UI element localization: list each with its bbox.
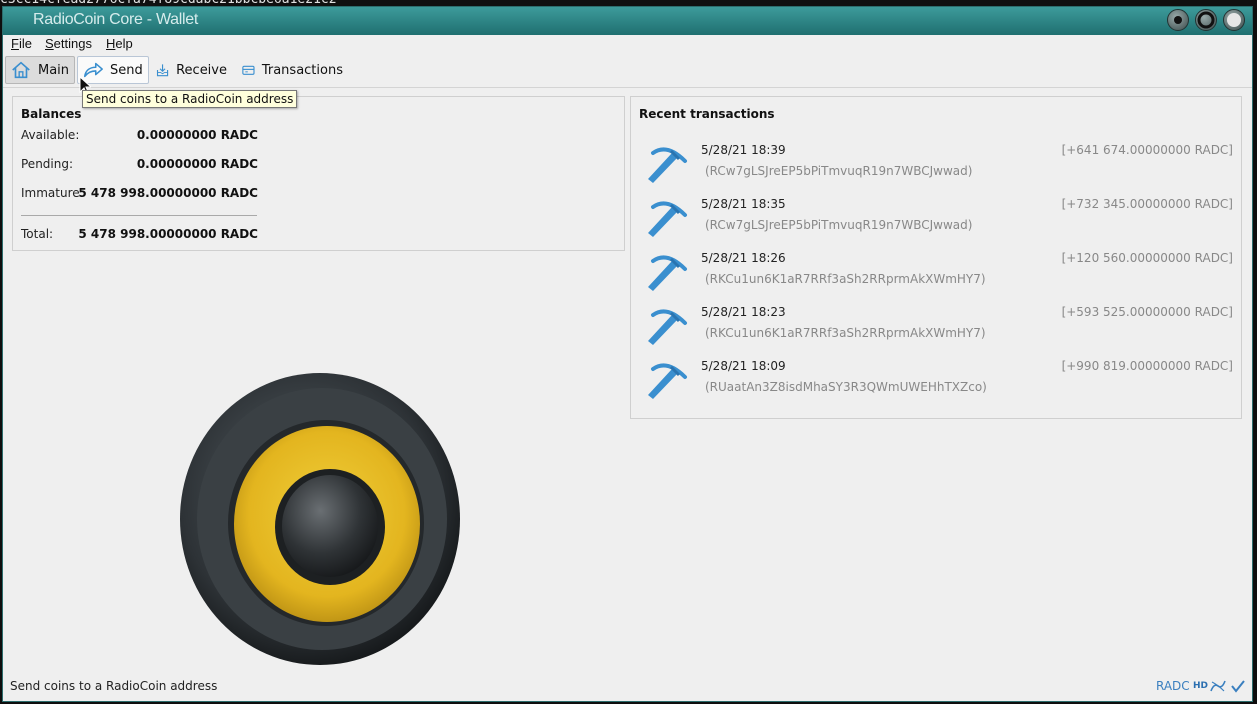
recent-title: Recent transactions: [639, 107, 775, 121]
transaction-address: (RKCu1un6K1aR7RRf3aSh2RRprmAkXWmHY7): [705, 272, 986, 286]
transaction-row[interactable]: 5/28/21 18:23 (RKCu1un6K1aR7RRf3aSh2RRprm…: [631, 301, 1241, 355]
mining-pickaxe-icon: [648, 363, 687, 399]
recent-transactions-panel: Recent transactions 5/28/21 18:39 (RCw7gL…: [630, 96, 1242, 419]
status-bar: Send coins to a RadioCoin address RADC H…: [3, 677, 1252, 701]
transaction-address: (RKCu1un6K1aR7RRf3aSh2RRprmAkXWmHY7): [705, 326, 986, 340]
menu-bar: File Settings Help: [3, 35, 1252, 54]
transaction-amount: [+990 819.00000000 RADC]: [1061, 359, 1233, 373]
close-button[interactable]: [1223, 9, 1245, 31]
transaction-address: (RCw7gLSJreEP5bPiTmvuqR19n7WBCJwwad): [705, 218, 973, 232]
transactions-label: Transactions: [261, 62, 343, 78]
unit-selector[interactable]: RADC: [1156, 679, 1190, 693]
mining-pickaxe-icon: [648, 309, 687, 345]
toolbar: Main Send Receive Transactions: [3, 54, 1252, 88]
transaction-row[interactable]: 5/28/21 18:09 (RUaatAn3Z8isdMhaSY3R3QWmUW…: [631, 355, 1241, 409]
receive-tray-icon: [156, 64, 169, 77]
transaction-date: 5/28/21 18:26: [701, 251, 786, 265]
sync-check-icon[interactable]: [1231, 679, 1245, 693]
hd-indicator: HD: [1193, 681, 1209, 691]
transaction-row[interactable]: 5/28/21 18:35 (RCw7gLSJreEP5bPiTmvuqR19n7…: [631, 193, 1241, 247]
transaction-date: 5/28/21 18:09: [701, 359, 786, 373]
send-label: Send: [110, 62, 143, 78]
wallet-window: RadioCoin Core - Wallet File Settings He…: [2, 6, 1253, 702]
mining-pickaxe-icon: [648, 255, 687, 291]
transaction-date: 5/28/21 18:35: [701, 197, 786, 211]
transaction-address: (RCw7gLSJreEP5bPiTmvuqR19n7WBCJwwad): [705, 164, 973, 178]
menu-settings[interactable]: Settings: [45, 35, 92, 52]
transaction-amount: [+641 674.00000000 RADC]: [1061, 143, 1233, 157]
receive-button[interactable]: Receive: [151, 56, 231, 84]
total-value: 5 478 998.00000000 RADC: [78, 227, 258, 241]
pending-value: 0.00000000 RADC: [136, 157, 258, 171]
mining-pickaxe-icon: [648, 201, 687, 237]
transaction-amount: [+732 345.00000000 RADC]: [1061, 197, 1233, 211]
menu-file[interactable]: File: [11, 35, 32, 52]
menu-help[interactable]: Help: [106, 35, 133, 52]
transactions-card-icon: [242, 65, 255, 75]
transaction-amount: [+593 525.00000000 RADC]: [1061, 305, 1233, 319]
window-title: RadioCoin Core - Wallet: [33, 11, 199, 28]
balances-panel: Balances Available: 0.00000000 RADC Pend…: [12, 96, 625, 251]
immature-label: Immature:: [21, 186, 84, 200]
maximize-button[interactable]: [1195, 9, 1217, 31]
transaction-address: (RUaatAn3Z8isdMhaSY3R3QWmUWEHhTXZco): [705, 380, 987, 394]
balances-title: Balances: [21, 107, 82, 121]
main-label: Main: [38, 62, 70, 78]
main-button[interactable]: Main: [5, 56, 75, 84]
transaction-row[interactable]: 5/28/21 18:26 (RKCu1un6K1aR7RRf3aSh2RRprm…: [631, 247, 1241, 301]
immature-value: 5 478 998.00000000 RADC: [78, 186, 258, 200]
pending-label: Pending:: [21, 157, 74, 171]
network-icon[interactable]: [1210, 679, 1226, 693]
home-icon: [12, 61, 30, 79]
transactions-button[interactable]: Transactions: [237, 56, 347, 84]
transaction-row[interactable]: 5/28/21 18:39 (RCw7gLSJreEP5bPiTmvuqR19n7…: [631, 139, 1241, 193]
transaction-date: 5/28/21 18:39: [701, 143, 786, 157]
balances-divider: [21, 215, 257, 216]
available-label: Available:: [21, 128, 80, 142]
total-label: Total:: [21, 227, 54, 241]
mining-pickaxe-icon: [648, 147, 687, 183]
transaction-amount: [+120 560.00000000 RADC]: [1061, 251, 1233, 265]
minimize-button[interactable]: [1167, 9, 1189, 31]
title-bar[interactable]: RadioCoin Core - Wallet: [3, 7, 1252, 35]
receive-label: Receive: [176, 62, 227, 78]
speaker-image: [180, 373, 460, 665]
send-tooltip: Send coins to a RadioCoin address: [82, 90, 298, 108]
status-message: Send coins to a RadioCoin address: [10, 679, 218, 693]
available-value: 0.00000000 RADC: [136, 128, 258, 142]
transaction-date: 5/28/21 18:23: [701, 305, 786, 319]
